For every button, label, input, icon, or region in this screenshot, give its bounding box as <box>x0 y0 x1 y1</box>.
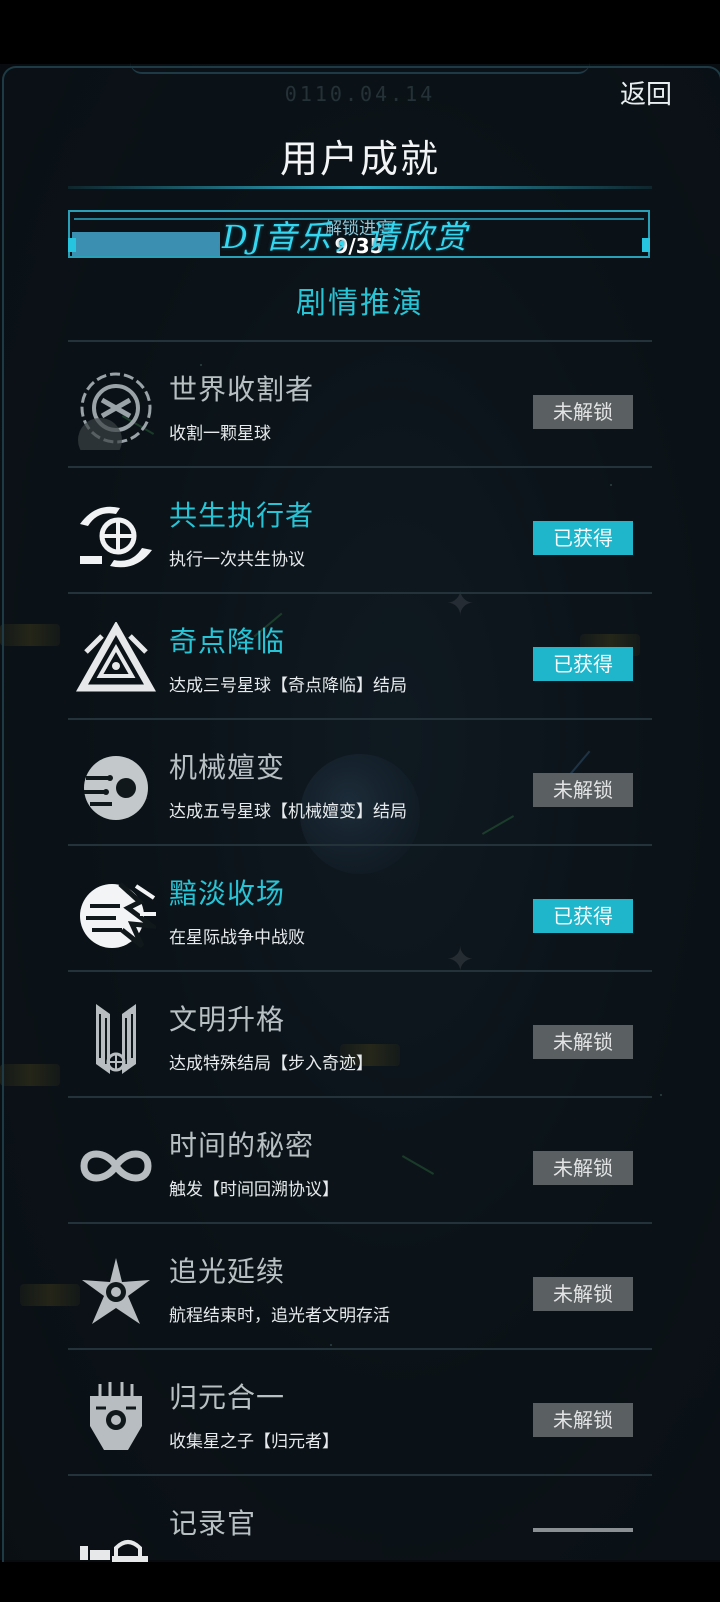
achievement-desc: 收集星之子【归元者】 <box>169 1432 339 1452</box>
recorder-device-icon <box>80 1540 148 1562</box>
status-badge: 已获得 <box>533 647 633 681</box>
achievement-row[interactable]: 世界收割者 收割一颗星球 未解锁 <box>68 342 652 468</box>
shattered-planet-icon <box>80 882 156 948</box>
achievement-name: 追光延续 <box>169 1255 286 1288</box>
infinity-icon <box>80 1150 152 1182</box>
achievement-row[interactable]: 共生执行者 执行一次共生协议 已获得 <box>68 468 652 594</box>
achievement-name: 文明升格 <box>169 1003 286 1036</box>
status-badge: 已获得 <box>533 521 633 555</box>
achievement-desc: 触发【时间回溯协议】 <box>169 1180 339 1200</box>
planet-harvester-icon <box>78 372 152 450</box>
status-badge: 未解锁 <box>533 1277 633 1311</box>
status-badge: 已获得 <box>533 899 633 933</box>
achievement-desc: 达成五号星球【机械嬗变】结局 <box>169 802 407 822</box>
achievement-row[interactable]: 归元合一 收集星之子【归元者】 未解锁 <box>68 1350 652 1476</box>
achievement-row[interactable]: 记录官 <box>68 1476 652 1602</box>
achievement-desc: 航程结束时，追光者文明存活 <box>169 1306 390 1326</box>
achievement-row[interactable]: 奇点降临 达成三号星球【奇点降临】结局 已获得 <box>68 594 652 720</box>
achievement-name: 共生执行者 <box>169 499 315 532</box>
achievement-name: 机械嬗变 <box>169 751 286 784</box>
achievement-row[interactable]: 文明升格 达成特殊结局【步入奇迹】 未解锁 <box>68 972 652 1098</box>
achievement-desc: 达成特殊结局【步入奇迹】 <box>169 1054 373 1074</box>
achievement-desc: 执行一次共生协议 <box>169 550 305 570</box>
winged-emblem-icon <box>96 1004 136 1074</box>
status-badge: 未解锁 <box>533 1025 633 1059</box>
section-title: 剧情推演 <box>296 286 424 321</box>
back-button[interactable]: 返回 <box>612 74 680 110</box>
page-title: 用户成就 <box>279 137 440 181</box>
panel-notch <box>130 62 590 74</box>
status-badge: 未解锁 <box>533 773 633 807</box>
achievement-row[interactable]: 黯淡收场 在星际战争中战败 已获得 <box>68 846 652 972</box>
achievement-name: 时间的秘密 <box>169 1129 315 1162</box>
achievement-name: 记录官 <box>169 1507 257 1540</box>
symbiosis-hands-globe-icon <box>80 506 152 568</box>
title-divider <box>68 186 652 189</box>
achievement-desc: 在星际战争中战败 <box>169 928 305 948</box>
status-badge: 未解锁 <box>533 395 633 429</box>
watermark-text: DJ音乐，请欣赏 <box>222 218 469 256</box>
radiant-star-icon <box>82 1258 150 1324</box>
achievement-row[interactable]: 追光延续 航程结束时，追光者文明存活 未解锁 <box>68 1224 652 1350</box>
achievement-desc: 收割一颗星球 <box>169 424 271 444</box>
singularity-triangle-icon <box>76 622 156 692</box>
status-badge-partial <box>533 1528 633 1532</box>
achievement-name: 归元合一 <box>169 1381 286 1414</box>
status-badge: 未解锁 <box>533 1403 633 1437</box>
achievement-row[interactable]: 机械嬗变 达成五号星球【机械嬗变】结局 未解锁 <box>68 720 652 846</box>
achievement-name: 奇点降临 <box>169 625 286 658</box>
circuit-mask-icon <box>90 1382 142 1450</box>
achievement-row[interactable]: 时间的秘密 触发【时间回溯协议】 未解锁 <box>68 1098 652 1224</box>
achievement-desc: 达成三号星球【奇点降临】结局 <box>169 676 407 696</box>
achievement-name: 世界收割者 <box>169 373 315 406</box>
achievement-name: 黯淡收场 <box>169 877 286 910</box>
status-badge: 未解锁 <box>533 1151 633 1185</box>
mechanical-eye-icon <box>84 756 148 820</box>
